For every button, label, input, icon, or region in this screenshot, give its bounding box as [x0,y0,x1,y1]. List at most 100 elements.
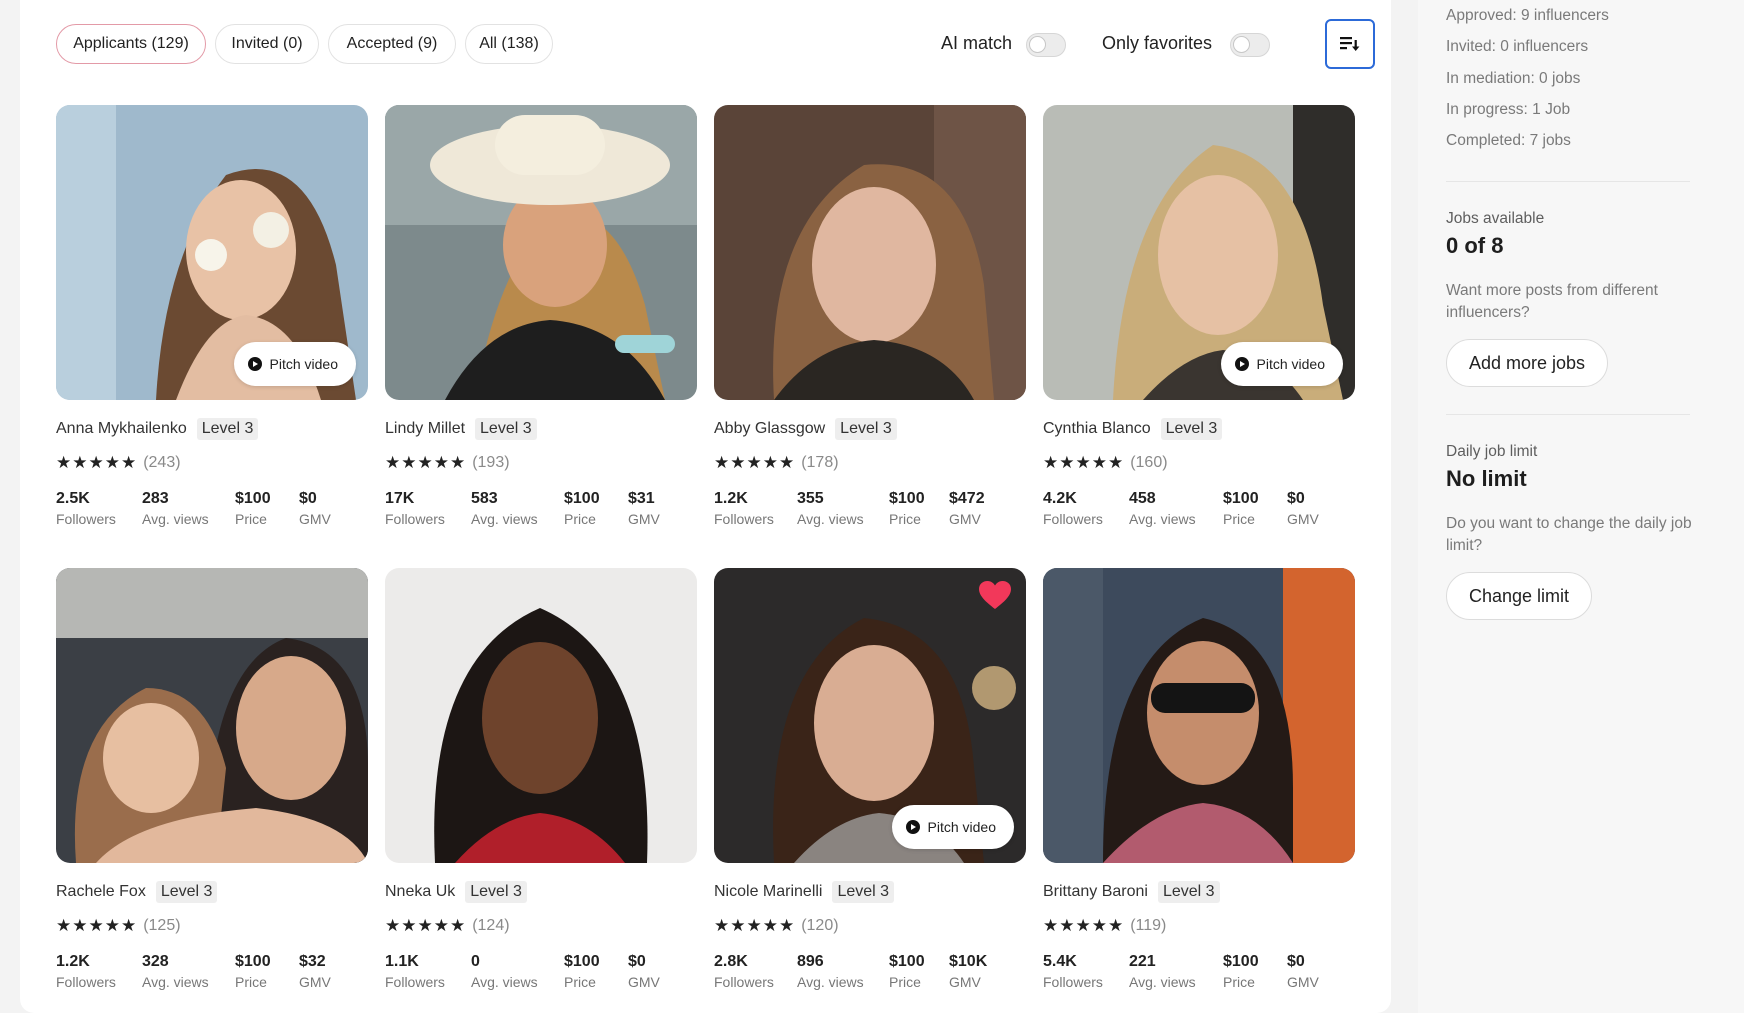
daily-job-limit-value: No limit [1446,466,1527,491]
price-value: $100 [564,953,600,970]
review-count: (120) [801,917,839,934]
pitch-video-button[interactable]: Pitch video [891,805,1014,849]
favorite-heart-icon[interactable] [978,580,1012,610]
price-value: $100 [1223,490,1259,507]
daily-job-limit-label: Daily job limit [1446,443,1538,460]
followers-label: Followers [385,511,445,527]
followers-label: Followers [56,511,116,527]
avg-views-label: Avg. views [797,511,864,527]
avg-views-value: 896 [797,953,824,970]
level-badge: Level 3 [155,881,218,903]
pitch-video-button[interactable]: Pitch video [1220,342,1343,386]
tab-applicants[interactable]: Applicants (129) [56,24,206,64]
price-value: $100 [235,953,271,970]
review-count: (119) [1130,917,1167,934]
price-label: Price [889,974,921,990]
avg-views-label: Avg. views [142,974,209,990]
more-posts-text: Want more posts from different influence… [1446,282,1658,321]
followers-value: 5.4K [1043,953,1077,970]
sort-descending-icon [1340,37,1360,51]
price-value: $100 [235,490,271,507]
pitch-video-button[interactable]: Pitch video [233,342,356,386]
influencer-card[interactable]: Rachele Fox Level 3 ★★★★★ (125) 1.2K Foll… [56,568,368,993]
ai-match-label: AI match [941,33,1013,53]
only-favorites-toggle[interactable] [1230,33,1270,57]
avg-views-value: 283 [142,490,169,507]
in-progress-count: In progress: 1 Job [1446,101,1571,118]
gmv-label: GMV [628,974,660,990]
avg-views-label: Avg. views [471,511,538,527]
influencer-photo: Pitch video [714,568,1026,863]
review-count: (125) [143,917,181,934]
change-limit-button[interactable]: Change limit [1446,572,1593,620]
followers-label: Followers [714,511,774,527]
price-label: Price [235,974,267,990]
jobs-available-label: Jobs available [1446,210,1545,227]
influencer-photo [56,568,368,863]
price-label: Price [564,511,596,527]
followers-label: Followers [714,974,774,990]
star-rating-icon: ★★★★★ [714,916,796,935]
tab-all[interactable]: All (138) [465,24,553,64]
gmv-value: $0 [299,490,317,507]
followers-value: 2.8K [714,953,748,970]
review-count: (178) [801,454,839,471]
influencer-card[interactable]: Nneka Uk Level 3 ★★★★★ (124) 1.1K Followe… [385,568,697,993]
gmv-label: GMV [628,511,660,527]
influencer-card[interactable]: Lindy Millet Level 3 ★★★★★ (193) 17K Foll… [385,105,697,530]
influencer-card[interactable]: Brittany Baroni Level 3 ★★★★★ (119) 5.4K… [1043,568,1355,993]
applicants-panel: Applicants (129) Invited (0) Accepted (9… [20,0,1391,1013]
mediation-count: In mediation: 0 jobs [1446,70,1581,87]
level-badge: Level 3 [835,418,897,440]
price-label: Price [235,511,267,527]
sort-button[interactable] [1325,19,1375,69]
influencer-card[interactable]: Pitch video Nicole Marinelli Level 3 ★★★… [714,568,1026,993]
influencer-photo [714,105,1026,400]
price-label: Price [564,974,596,990]
star-rating-icon: ★★★★★ [385,916,467,935]
avg-views-value: 458 [1129,490,1156,507]
star-rating-icon: ★★★★★ [56,916,138,935]
followers-value: 17K [385,490,415,507]
add-more-jobs-button[interactable]: Add more jobs [1446,339,1609,387]
price-value: $100 [1223,953,1259,970]
avg-views-label: Avg. views [1129,974,1196,990]
influencer-photo [385,105,697,400]
ai-match-toggle[interactable] [1026,33,1066,57]
influencer-card[interactable]: Abby Glassgow Level 3 ★★★★★ (178) 1.2K Fo… [714,105,1026,530]
avg-views-label: Avg. views [1129,511,1196,527]
job-summary-sidebar: Approved: 9 influencers Invited: 0 influ… [1418,0,1744,1013]
play-icon [905,820,920,834]
pitch-video-label: Pitch video [1256,356,1325,372]
avg-views-value: 0 [471,953,480,970]
avg-views-label: Avg. views [142,511,209,527]
play-icon [1234,357,1249,371]
tab-invited[interactable]: Invited (0) [215,24,319,64]
influencer-name: Cynthia Blanco [1043,420,1151,437]
avg-views-value: 355 [797,490,824,507]
change-limit-text: Do you want to change the daily job limi… [1446,515,1692,554]
completed-count: Completed: 7 jobs [1446,132,1571,149]
followers-label: Followers [1043,511,1103,527]
review-count: (193) [472,454,510,471]
gmv-value: $0 [628,953,646,970]
star-rating-icon: ★★★★★ [714,453,796,472]
invited-count: Invited: 0 influencers [1446,38,1589,55]
followers-value: 1.2K [56,953,90,970]
level-badge: Level 3 [832,881,895,903]
gmv-label: GMV [949,511,981,527]
level-badge: Level 3 [1157,881,1220,903]
avg-views-value: 328 [142,953,169,970]
star-rating-icon: ★★★★★ [1043,453,1125,472]
influencer-card[interactable]: Pitch video Cynthia Blanco Level 3 ★★★★★… [1043,105,1355,530]
gmv-label: GMV [299,511,331,527]
price-value: $100 [889,490,925,507]
star-rating-icon: ★★★★★ [385,453,467,472]
influencer-card[interactable]: Pitch video Anna Mykhailenko Level 3 ★★★… [56,105,368,530]
gmv-label: GMV [1287,974,1319,990]
gmv-value: $0 [1287,953,1305,970]
avg-views-label: Avg. views [471,974,538,990]
level-badge: Level 3 [465,881,527,903]
tab-accepted[interactable]: Accepted (9) [328,24,456,64]
followers-value: 2.5K [56,490,90,507]
